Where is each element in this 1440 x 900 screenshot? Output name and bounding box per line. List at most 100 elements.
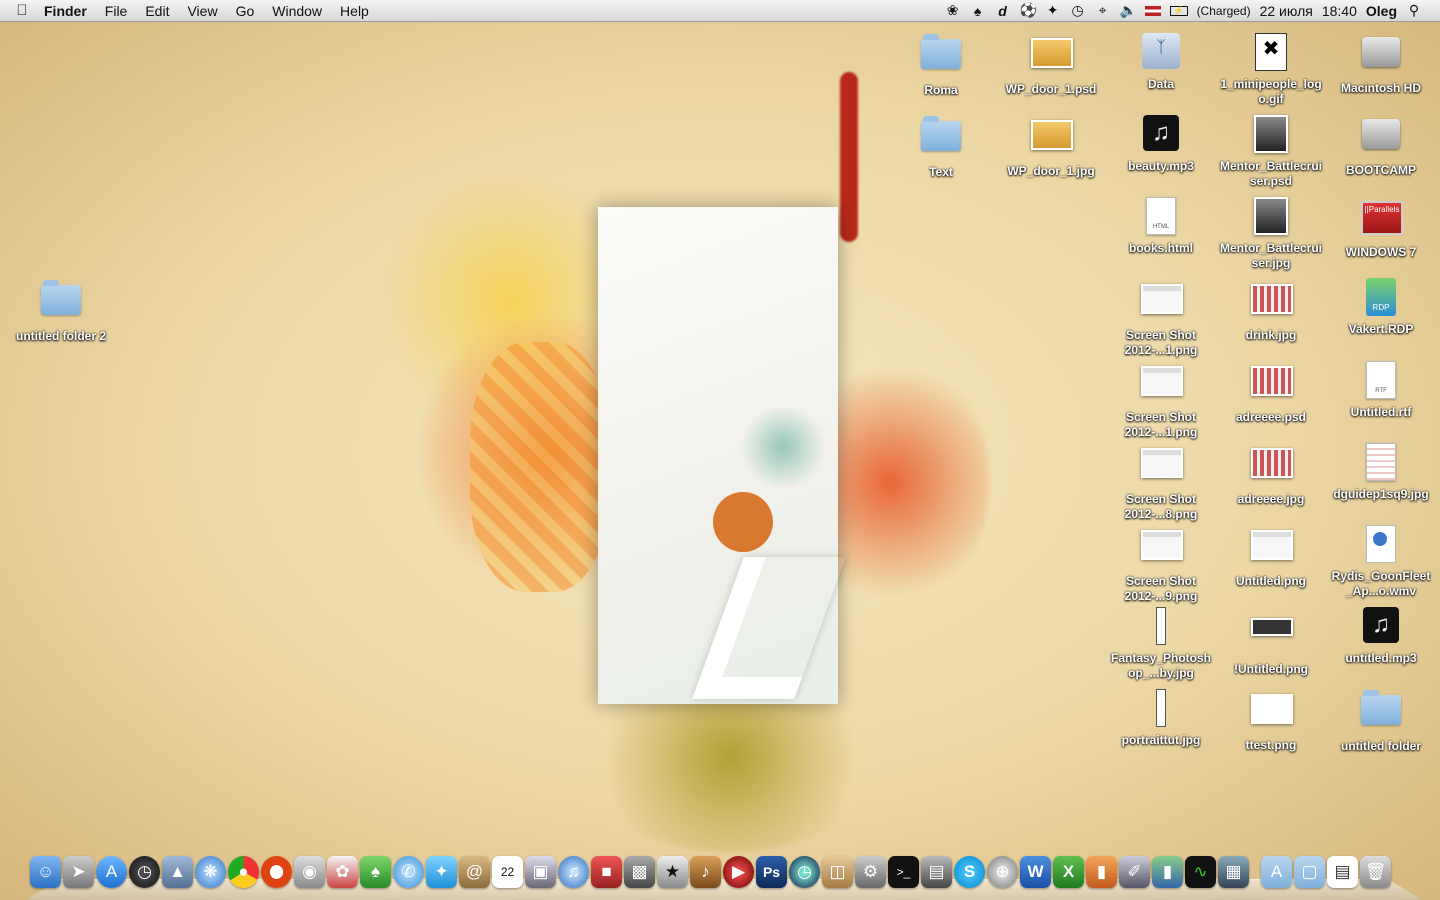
menu-file[interactable]: File xyxy=(96,0,137,22)
desktop-icon-wp-door-psd[interactable]: WP_door_1.psd xyxy=(999,31,1103,97)
desktop-icon-untitled-png[interactable]: Untitled.png xyxy=(1219,523,1323,589)
image-thumbnail-icon xyxy=(1156,607,1166,645)
user-menu[interactable]: Oleg xyxy=(1366,3,1397,19)
clock-time[interactable]: 18:40 xyxy=(1322,3,1357,19)
network-utility-icon[interactable]: ⊕ xyxy=(987,856,1018,888)
applications-folder-icon[interactable]: A xyxy=(1261,856,1292,888)
soccer-icon[interactable]: ⚽ xyxy=(1020,2,1037,19)
battery-status[interactable]: (Charged) xyxy=(1197,4,1251,18)
messages-icon[interactable]: ✆ xyxy=(393,856,424,888)
desktop-icon-untitled-rtf[interactable]: RTF Untitled.rtf xyxy=(1329,359,1433,420)
tex-icon[interactable]: ✿ xyxy=(327,856,358,888)
safari-icon[interactable]: ❋ xyxy=(195,856,226,888)
us-flag-icon[interactable] xyxy=(1144,5,1161,16)
desktop-icon-macintosh-hd[interactable]: Macintosh HD xyxy=(1329,31,1433,96)
desktop-icon-bootcamp[interactable]: BOOTCAMP xyxy=(1329,113,1433,178)
opera-icon[interactable] xyxy=(261,856,292,888)
paw-icon[interactable]: ❀ xyxy=(945,2,961,19)
desktop-icon-ttest-png[interactable]: ttest.png xyxy=(1219,687,1323,753)
desktop-icon-portraittut[interactable]: portraittut.jpg xyxy=(1109,687,1213,748)
app-menu-finder[interactable]: Finder xyxy=(44,0,96,22)
desktop-icon-rydis-wmv[interactable]: Rydis_GoonFleet_Ap...o.wmv xyxy=(1329,523,1433,599)
chrome-icon[interactable]: ● xyxy=(228,856,259,888)
alfred-icon[interactable]: ♠ xyxy=(970,3,986,19)
icon-label: Data xyxy=(1147,77,1174,91)
icon-label: !Untitled.png xyxy=(1234,662,1308,676)
documents-folder-icon[interactable]: ▢ xyxy=(1294,856,1325,888)
menu-edit[interactable]: Edit xyxy=(136,0,178,22)
time-machine-icon[interactable]: ◷ xyxy=(789,856,820,888)
desktop-icon-windows-7[interactable]: ||Parallels WINDOWS 7 xyxy=(1329,195,1433,260)
wifi-icon[interactable]: ⌖ xyxy=(1095,2,1111,19)
desktop-icon-roma[interactable]: Roma xyxy=(889,31,993,98)
garageband-icon[interactable]: ♪ xyxy=(690,856,721,888)
desktop-icon-bang-untitled-png[interactable]: !Untitled.png xyxy=(1219,605,1323,677)
desktop-icon-beauty-mp3[interactable]: ♫ beauty.mp3 xyxy=(1109,113,1213,174)
volume-icon[interactable]: 🔈 xyxy=(1120,2,1137,19)
numbers-icon[interactable]: ▮ xyxy=(1152,856,1183,888)
contacts-icon[interactable]: @ xyxy=(459,856,490,888)
disk-utility-icon[interactable]: ▤ xyxy=(921,856,952,888)
photoshop-icon[interactable]: Ps xyxy=(756,856,787,888)
launchpad-icon[interactable]: ➤ xyxy=(63,856,94,888)
skype-icon[interactable]: S xyxy=(954,856,985,888)
mission-control-icon[interactable]: ▦ xyxy=(1218,856,1249,888)
desktop-icon-untitled-mp3[interactable]: ♫ untitled.mp3 xyxy=(1329,605,1433,666)
desktop-icon-vakert-rdp[interactable]: RDP Vakert.RDP xyxy=(1329,277,1433,337)
desktop-icon-untitled-folder-2[interactable]: untitled folder 2 xyxy=(9,277,113,344)
desktop-icon-screenshot-2[interactable]: Screen Shot 2012-...1.png xyxy=(1109,359,1213,440)
desktop-icon-fantasy-photoshop[interactable]: Fantasy_Photoshop_...by.jpg xyxy=(1109,605,1213,681)
desktop-icon-drink-jpg[interactable]: drink.jpg xyxy=(1219,277,1323,343)
preview-icon[interactable]: ▲ xyxy=(162,856,193,888)
desktop-icon-mentor-jpg[interactable]: Mentor_Battlecruiser.jpg xyxy=(1219,195,1323,271)
calendar-icon[interactable]: 22 xyxy=(492,856,523,888)
trash-icon[interactable]: 🗑 xyxy=(1360,856,1391,888)
time-machine-icon[interactable]: ◷ xyxy=(1070,2,1086,19)
image-capture-icon[interactable]: ▩ xyxy=(624,856,655,888)
dictionary-icon[interactable]: d xyxy=(995,3,1011,19)
excel-icon[interactable]: X xyxy=(1053,856,1084,888)
photo-app-icon[interactable]: ■ xyxy=(591,856,622,888)
document-stack-icon[interactable]: ▤ xyxy=(1327,856,1358,888)
desktop-icon-screenshot-1[interactable]: Screen Shot 2012-...1.png xyxy=(1109,277,1213,358)
keynote-icon[interactable]: ▮ xyxy=(1086,856,1117,888)
menu-window[interactable]: Window xyxy=(263,0,331,22)
script-editor-icon[interactable]: ✐ xyxy=(1119,856,1150,888)
app-store-icon[interactable]: A xyxy=(96,856,127,888)
system-preferences-icon[interactable]: ⚙ xyxy=(855,856,886,888)
desktop-icon-adreeee-psd[interactable]: adreeee.psd xyxy=(1219,359,1323,425)
desktop-icon-adreeee-jpg[interactable]: adreeee.jpg xyxy=(1219,441,1323,507)
apple-menu-icon[interactable]:  xyxy=(0,2,44,19)
desktop-icon-mentor-psd[interactable]: Mentor_Battlecruiser.psd xyxy=(1219,113,1323,189)
sparkle-icon[interactable]: ✦ xyxy=(1045,2,1061,19)
desktop-icon-wp-door-jpg[interactable]: WP_door_1.jpg xyxy=(999,113,1103,179)
clock-date[interactable]: 22 июля xyxy=(1260,3,1313,19)
facetime-icon[interactable]: ◉ xyxy=(294,856,325,888)
desktop-icon-screenshot-4[interactable]: Screen Shot 2012-...9.png xyxy=(1109,523,1213,604)
word-icon[interactable]: W xyxy=(1020,856,1051,888)
desktop-icon-minipeople-logo[interactable]: ✖ 1_minipeople_logo.gif xyxy=(1219,31,1323,107)
spotlight-search-icon[interactable]: ⚲ xyxy=(1406,2,1422,19)
desktop-icon-untitled-folder[interactable]: untitled folder xyxy=(1329,687,1433,754)
desktop-icon-books-html[interactable]: HTML books.html xyxy=(1109,195,1213,256)
screenshot-thumbnail-icon xyxy=(1141,366,1183,396)
desktop-icon-screenshot-3[interactable]: Screen Shot 2012-...8.png xyxy=(1109,441,1213,522)
menu-view[interactable]: View xyxy=(178,0,226,22)
media-player-icon[interactable]: ▶ xyxy=(723,856,754,888)
imovie-icon[interactable]: ★ xyxy=(657,856,688,888)
menu-help[interactable]: Help xyxy=(331,0,378,22)
desktop-icon-data[interactable]: ᛉ Data xyxy=(1109,31,1213,92)
finder-icon[interactable]: ☺ xyxy=(30,856,61,888)
itunes-icon[interactable]: ♫ xyxy=(558,856,589,888)
desktop-icon-dguide-jpg[interactable]: dguidep1sq9.jpg xyxy=(1329,441,1433,502)
battery-icon[interactable]: ⚡ xyxy=(1169,5,1188,16)
activity-monitor-icon[interactable]: ∿ xyxy=(1185,856,1216,888)
photo-booth-icon[interactable]: ▣ xyxy=(525,856,556,888)
dashboard-icon[interactable]: ◷ xyxy=(129,856,160,888)
twitter-icon[interactable]: ✦ xyxy=(426,856,457,888)
android-icon[interactable]: ♠ xyxy=(360,856,391,888)
stuffit-icon[interactable]: ◫ xyxy=(822,856,853,888)
menu-go[interactable]: Go xyxy=(227,0,264,22)
terminal-icon[interactable]: >_ xyxy=(888,856,919,888)
desktop-icon-text[interactable]: Text xyxy=(889,113,993,180)
